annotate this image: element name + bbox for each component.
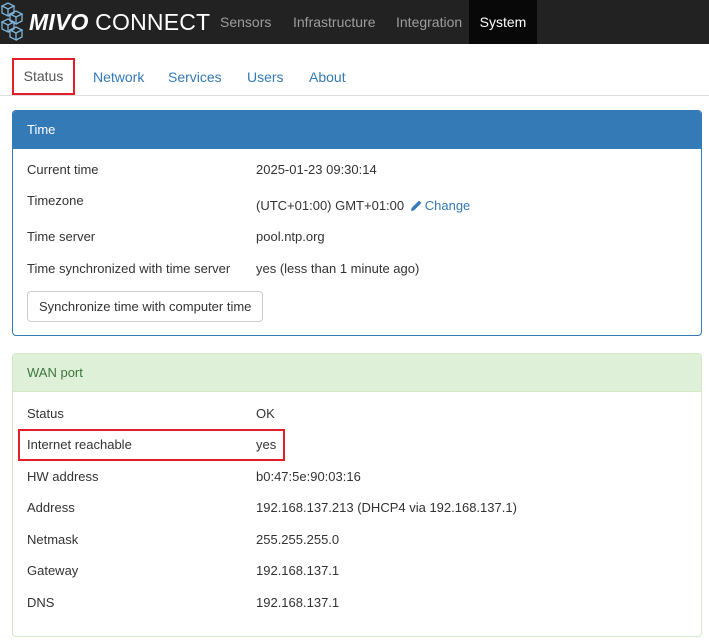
cube-network-icon [0,2,24,42]
internet-reachable-highlight [18,429,285,461]
tab-status[interactable]: Status [12,58,75,95]
system-tabs: Status Network Services Users About [0,58,709,96]
time-server-value: pool.ntp.org [256,229,325,244]
current-time-value: 2025-01-23 09:30:14 [256,162,377,177]
sync-time-button[interactable]: Synchronize time with computer time [27,291,264,322]
dns-value: 192.168.137.1 [256,595,340,610]
nav-item-sensors[interactable]: Sensors [220,0,271,44]
tab-services[interactable]: Services [168,58,222,96]
nav-item-infrastructure[interactable]: Infrastructure [293,0,375,44]
pencil-icon [410,200,422,211]
wan-status-value: OK [256,406,275,421]
tab-network[interactable]: Network [93,58,144,96]
time-server-label: Time server [27,229,96,244]
hw-address-label: HW address [27,469,99,484]
timezone-label: Timezone [27,193,84,208]
brand-name: MIVO CONNECT [29,9,211,35]
tab-users[interactable]: Users [247,58,284,96]
change-timezone-label: Change [424,198,471,213]
top-navbar: MIVO CONNECT Sensors Infrastructure Inte… [0,0,709,44]
tab-about[interactable]: About [309,58,346,96]
address-value: 192.168.137.213 (DHCP4 via 192.168.137.1… [256,500,517,515]
nav-item-integration[interactable]: Integration [396,0,462,44]
gateway-value: 192.168.137.1 [256,563,340,578]
address-label: Address [27,500,75,515]
time-sync-value: yes (less than 1 minute ago) [256,261,420,276]
change-timezone-link[interactable]: Change [408,198,471,213]
timezone-value: (UTC+01:00) GMT+01:00 [256,198,405,213]
current-time-label: Current time [27,162,99,177]
wan-status-label: Status [27,406,64,421]
wan-port-panel: WAN port Status OK Internet reachable ye… [12,353,702,637]
gateway-label: Gateway [27,563,79,578]
time-panel: Time Current time 2025-01-23 09:30:14 Ti… [12,110,702,336]
nav-item-system[interactable]: System [469,0,537,44]
netmask-label: Netmask [27,532,79,547]
time-panel-title: Time [13,111,701,149]
hw-address-value: b0:47:5e:90:03:16 [256,469,361,484]
netmask-value: 255.255.255.0 [256,532,340,547]
wan-panel-title: WAN port [13,354,701,392]
timezone-value-row: (UTC+01:00) GMT+01:00 Change [256,196,470,216]
dns-label: DNS [27,595,55,610]
time-sync-label: Time synchronized with time server [27,261,231,276]
